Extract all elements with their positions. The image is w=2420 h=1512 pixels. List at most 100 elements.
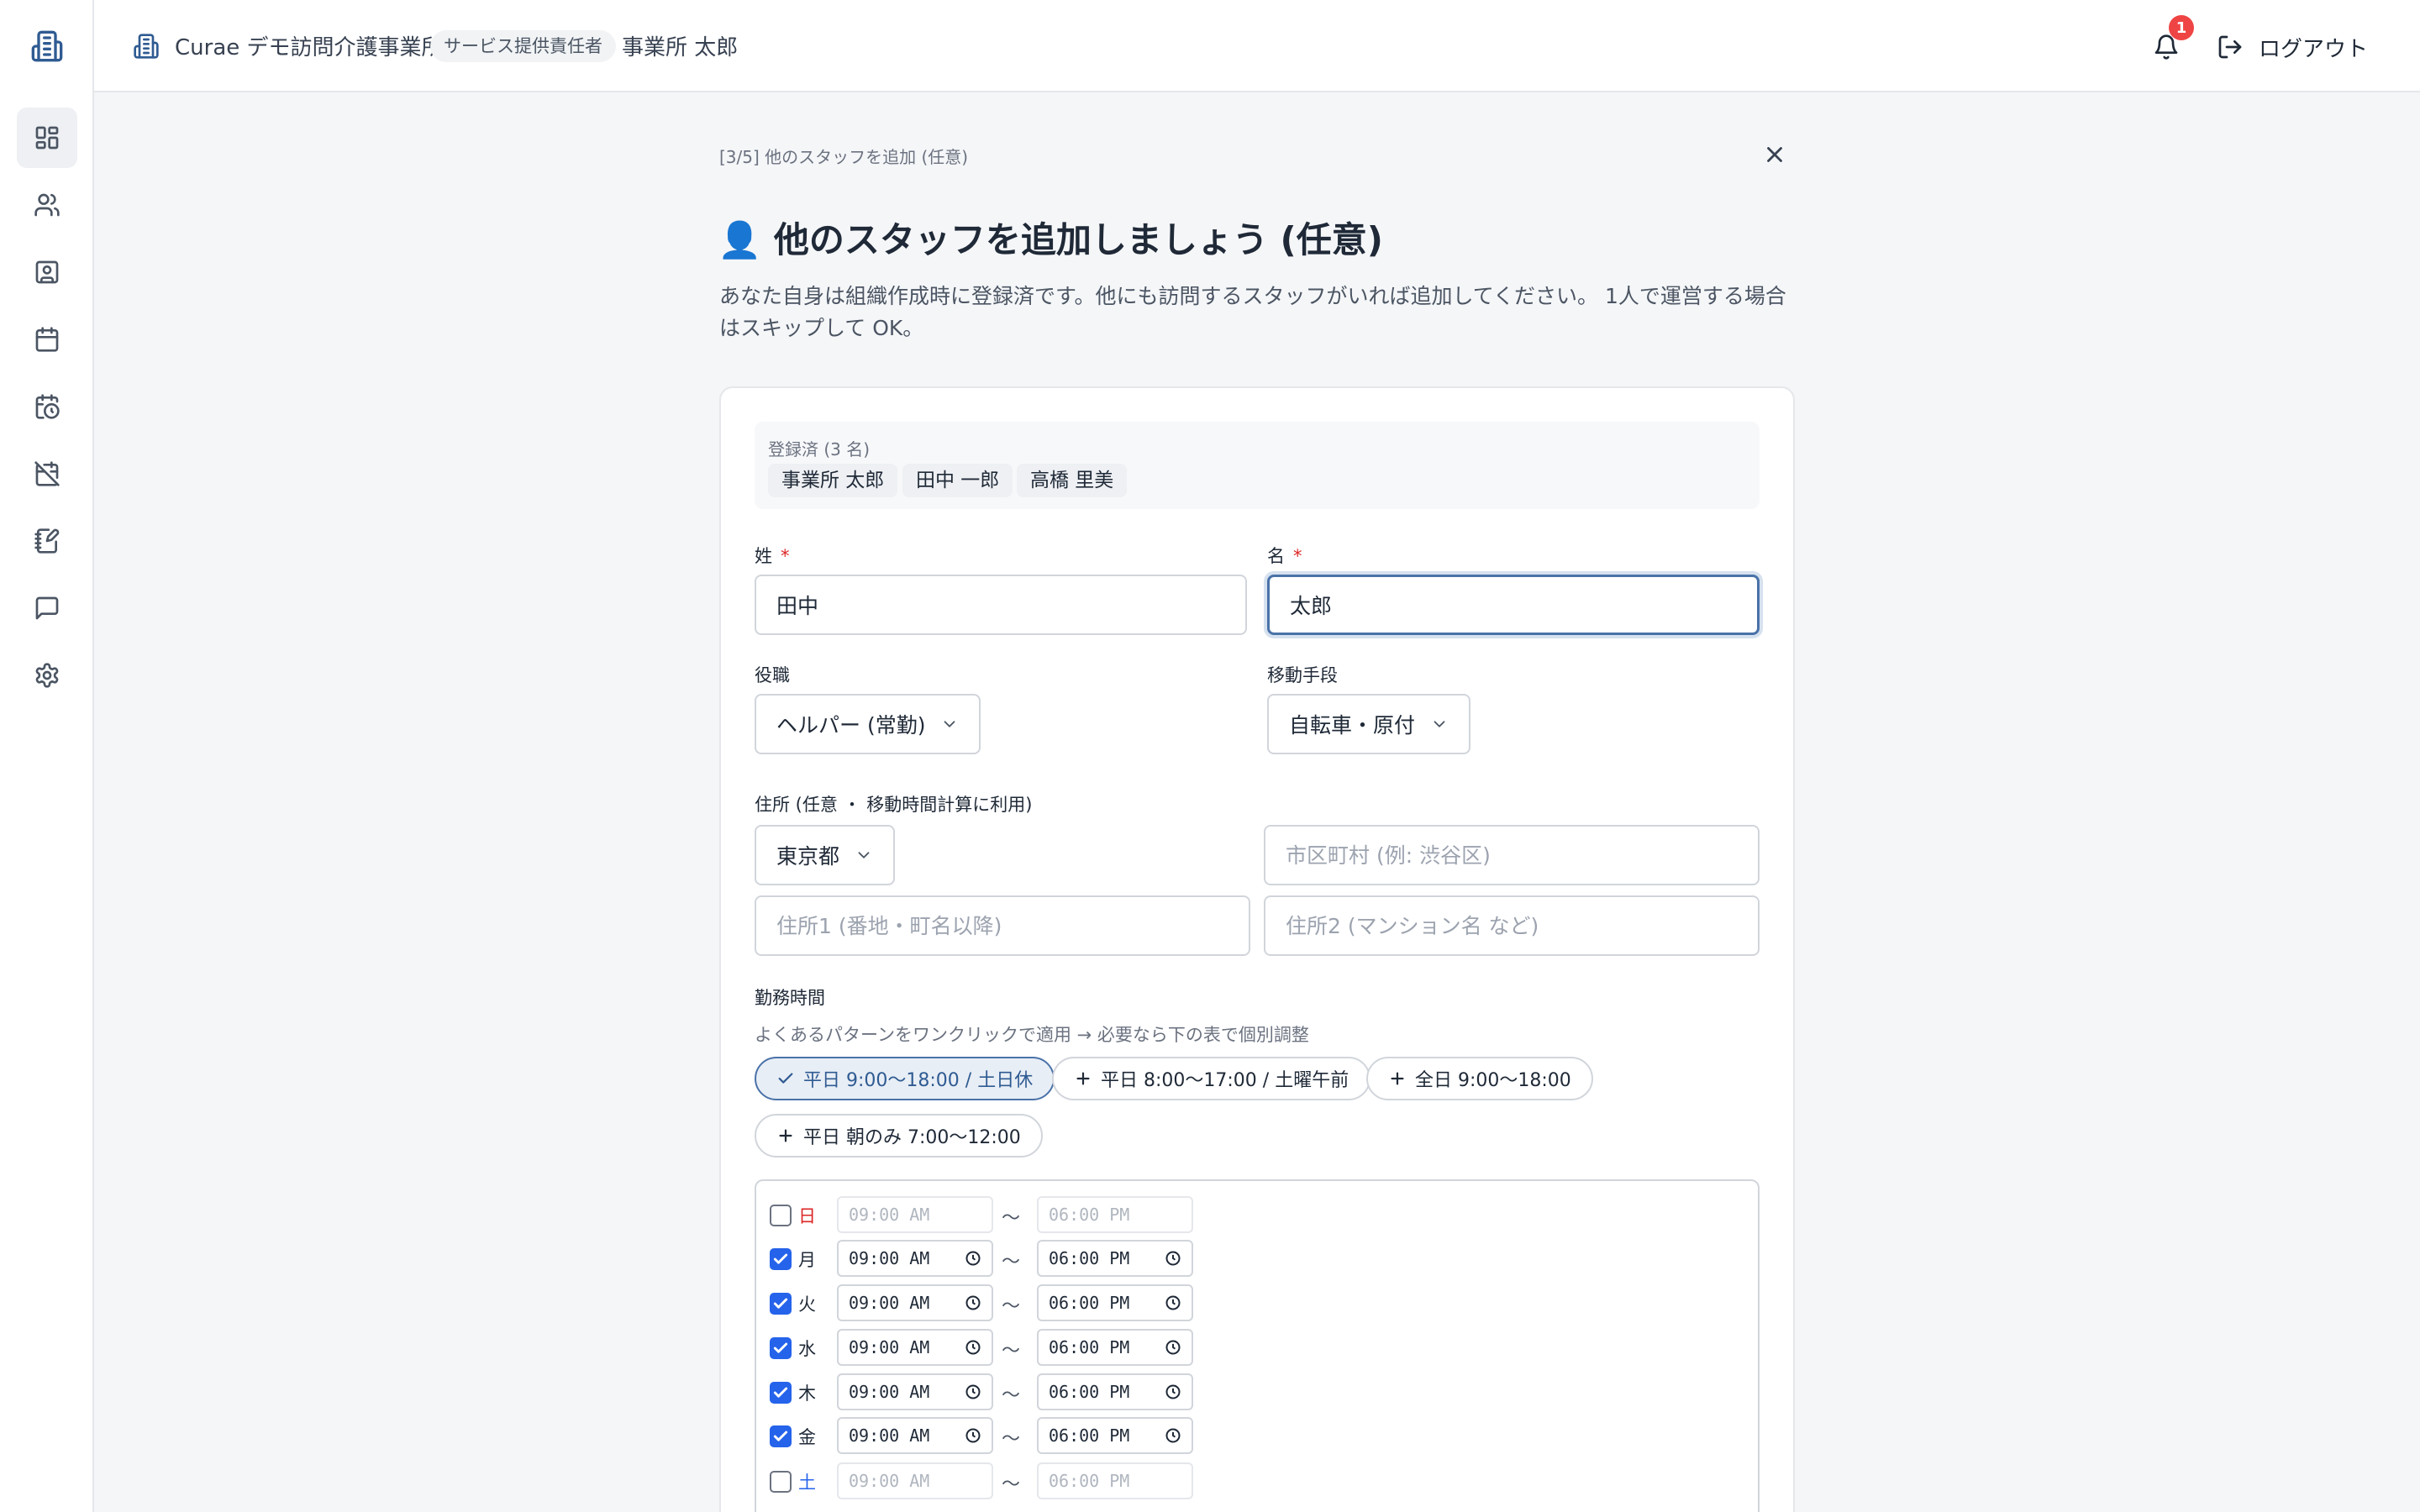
clock-icon <box>965 1295 981 1310</box>
time-separator: 〜 <box>1002 1385 1021 1406</box>
wizard-step-label: [3/5] 他のスタッフを追加 (任意) <box>719 147 969 167</box>
logout-button[interactable]: ログアウト <box>2217 29 2368 66</box>
organization-name: Curae デモ訪問介護事業所 <box>175 35 444 60</box>
preset-weekday-morning[interactable]: 平日 朝のみ 7:00〜12:00 <box>755 1114 1043 1158</box>
role-select-value: ヘルパー (常勤) <box>776 713 926 738</box>
sidebar-item-dashboard[interactable] <box>17 108 77 168</box>
sidebar-item-schedule[interactable] <box>17 376 77 437</box>
registered-staff-label: 登録済 (3 名) <box>768 439 871 459</box>
preset-weekday-9-18[interactable]: 平日 9:00〜18:00 / 土日休 <box>755 1057 1055 1100</box>
day-label: 日 <box>798 1206 816 1226</box>
clock-icon <box>965 1384 981 1399</box>
preset-label: 平日 朝のみ 7:00〜12:00 <box>803 1127 1021 1148</box>
building-icon <box>31 30 63 62</box>
preset-label: 全日 9:00〜18:00 <box>1415 1070 1571 1091</box>
sidebar-item-calendar[interactable] <box>17 309 77 370</box>
clock-icon <box>1165 1295 1181 1310</box>
day-checkbox[interactable] <box>770 1205 792 1226</box>
preset-label: 平日 9:00〜18:00 / 土日休 <box>803 1070 1034 1091</box>
chevron-down-icon <box>944 721 955 727</box>
work-hours-label: 勤務時間 <box>755 988 825 1008</box>
sidebar-item-settings[interactable] <box>17 645 77 706</box>
top-header: Curae デモ訪問介護事業所 サービス提供責任者 事業所 太郎 1 ログアウト <box>94 0 2420 92</box>
start-time-input[interactable]: 09:00 AM <box>837 1373 993 1410</box>
clock-icon <box>1165 1384 1181 1399</box>
schedule-row-tuesday: 火 09:00 AM 〜 06:00 PM <box>770 1284 1207 1321</box>
time-separator: 〜 <box>1002 1296 1021 1317</box>
day-label: 水 <box>798 1339 816 1359</box>
role-label: 役職 <box>755 665 790 685</box>
check-icon <box>773 1431 788 1441</box>
sidebar-item-leave[interactable] <box>17 444 77 504</box>
city-input[interactable] <box>1264 825 1760 885</box>
schedule-row-monday: 月 09:00 AM 〜 06:00 PM <box>770 1240 1207 1277</box>
dashboard-icon <box>35 126 59 150</box>
last-name-input[interactable] <box>755 575 1247 635</box>
clock-icon <box>1165 1340 1181 1355</box>
schedule-row-sunday: 日 09:00 AM 〜 06:00 PM <box>770 1196 1207 1233</box>
end-time-input: 06:00 PM <box>1037 1462 1193 1499</box>
sidebar-item-messages[interactable] <box>17 578 77 638</box>
start-time-input[interactable]: 09:00 AM <box>837 1417 993 1454</box>
end-time-input[interactable]: 06:00 PM <box>1037 1240 1193 1277</box>
clock-icon <box>965 1428 981 1443</box>
check-icon <box>778 1073 793 1084</box>
close-button[interactable] <box>1760 139 1790 170</box>
message-icon <box>35 596 59 620</box>
schedule-row-saturday: 土 09:00 AM 〜 06:00 PM <box>770 1462 1207 1499</box>
day-label: 木 <box>798 1383 816 1404</box>
address-label: 住所 (任意 ・ 移動時間計算に利用) <box>755 795 1033 815</box>
role-badge: サービス提供責任者 <box>430 30 616 62</box>
address1-input[interactable] <box>755 895 1250 956</box>
schedule-row-wednesday: 水 09:00 AM 〜 06:00 PM <box>770 1329 1207 1366</box>
plus-icon <box>1076 1072 1090 1085</box>
prefecture-select-value: 東京都 <box>776 844 840 869</box>
transport-label: 移動手段 <box>1267 665 1338 685</box>
address2-input[interactable] <box>1264 895 1760 956</box>
day-checkbox[interactable] <box>770 1382 792 1404</box>
end-time-input[interactable]: 06:00 PM <box>1037 1373 1193 1410</box>
clock-icon <box>965 1340 981 1355</box>
person-emoji-icon: 👤 <box>718 219 762 260</box>
app-logo[interactable] <box>0 0 94 92</box>
building-icon <box>133 33 160 63</box>
time-separator: 〜 <box>1002 1341 1021 1362</box>
notebook-pen-icon <box>34 528 60 554</box>
start-time-input: 09:00 AM <box>837 1462 993 1499</box>
last-name-label: 姓 * <box>755 546 790 566</box>
end-time-input[interactable]: 06:00 PM <box>1037 1329 1193 1366</box>
start-time-input[interactable]: 09:00 AM <box>837 1240 993 1277</box>
registered-staff-chip: 田中 一郎 <box>902 464 1013 497</box>
prefecture-select[interactable]: 東京都 <box>755 825 896 885</box>
day-checkbox[interactable] <box>770 1471 792 1493</box>
start-time-input[interactable]: 09:00 AM <box>837 1284 993 1321</box>
clock-icon <box>1165 1251 1181 1266</box>
chevron-down-icon <box>1434 721 1445 727</box>
page-title-text: 他のスタッフを追加しましょう (任意) <box>773 219 1383 260</box>
start-time-input[interactable]: 09:00 AM <box>837 1329 993 1366</box>
sidebar-item-users[interactable] <box>17 175 77 235</box>
day-checkbox[interactable] <box>770 1337 792 1359</box>
day-label: 金 <box>798 1427 816 1447</box>
clock-icon <box>1165 1428 1181 1443</box>
sidebar-item-records[interactable] <box>17 511 77 571</box>
day-label: 土 <box>798 1473 816 1493</box>
first-name-input[interactable] <box>1267 575 1760 635</box>
transport-select[interactable]: 自転車・原付 <box>1267 694 1471 754</box>
day-checkbox[interactable] <box>770 1293 792 1315</box>
end-time-input[interactable]: 06:00 PM <box>1037 1417 1193 1454</box>
day-checkbox[interactable] <box>770 1248 792 1270</box>
end-time-input[interactable]: 06:00 PM <box>1037 1284 1193 1321</box>
first-name-label: 名 * <box>1267 546 1302 566</box>
day-checkbox[interactable] <box>770 1425 792 1447</box>
sidebar <box>0 0 94 1512</box>
sidebar-item-contacts[interactable] <box>17 242 77 302</box>
registered-staff-chip: 高橋 里美 <box>1017 464 1128 497</box>
preset-weekday-8-17[interactable]: 平日 8:00〜17:00 / 土曜午前 <box>1052 1057 1371 1100</box>
role-select[interactable]: ヘルパー (常勤) <box>755 694 981 754</box>
end-time-input: 06:00 PM <box>1037 1196 1193 1233</box>
day-label: 月 <box>798 1250 816 1270</box>
preset-all-days-9-18[interactable]: 全日 9:00〜18:00 <box>1366 1057 1593 1100</box>
registered-staff-chip: 事業所 太郎 <box>768 464 898 497</box>
check-icon <box>773 1387 788 1398</box>
